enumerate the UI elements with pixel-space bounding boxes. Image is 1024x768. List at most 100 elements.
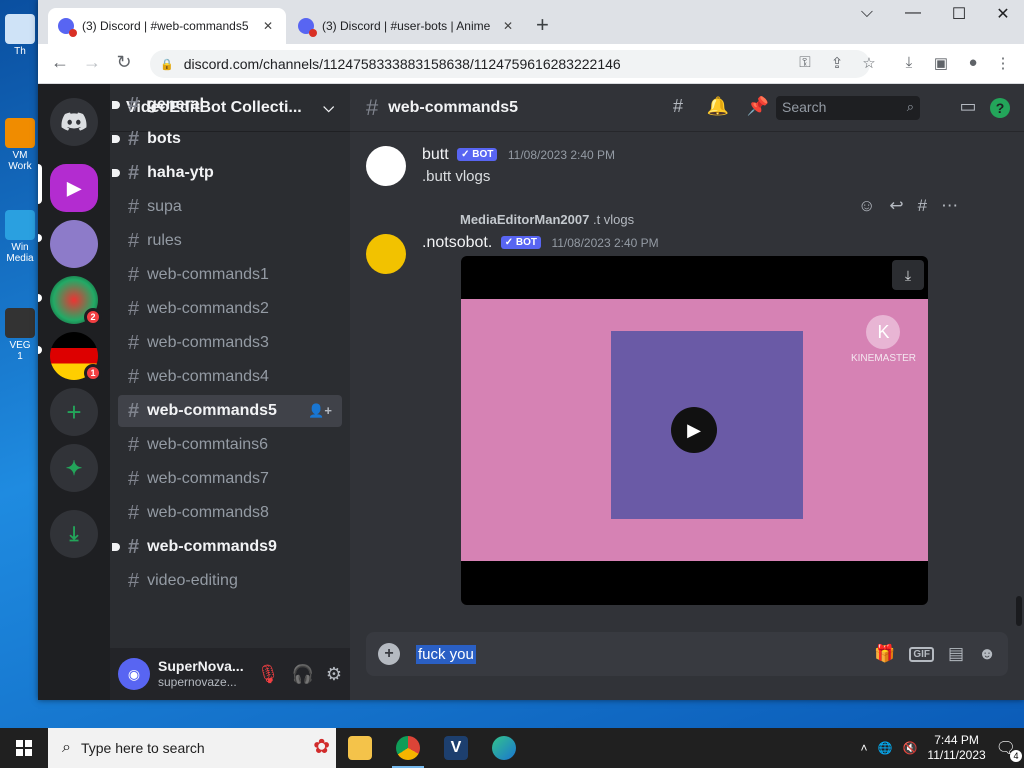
lock-icon[interactable]: 🔒 (160, 58, 174, 71)
bookmark-star-icon[interactable]: ☆ (858, 54, 880, 72)
message-author[interactable]: butt (422, 146, 449, 163)
network-icon[interactable]: 🌐 (878, 741, 893, 755)
sidebar-item-web-commands2[interactable]: # web-commands2 (118, 293, 342, 325)
profile-icon[interactable]: ● (962, 54, 984, 71)
gift-icon[interactable]: 🎁 (874, 644, 895, 664)
discord-home-icon[interactable] (50, 98, 98, 146)
scrollbar[interactable] (1016, 596, 1022, 626)
forward-button[interactable]: → (80, 52, 104, 73)
edge-icon[interactable] (480, 728, 528, 768)
sidebar-item-web-commands8[interactable]: # web-commands8 (118, 497, 342, 529)
taskbar-search-input[interactable]: ⌕ Type here to search ✿ (48, 728, 336, 768)
desktop-icon-2[interactable]: VM Work (2, 118, 38, 172)
minimize-button[interactable]: — (890, 4, 936, 22)
url-text[interactable]: discord.com/channels/1124758333883158638… (184, 56, 621, 72)
explore-compass-icon[interactable]: ✦ (50, 444, 98, 492)
file-explorer-icon[interactable] (336, 728, 384, 768)
server-anime-icon[interactable] (50, 220, 98, 268)
mute-mic-icon[interactable]: 🎙 (257, 664, 280, 685)
composer-input[interactable]: fuck you (416, 644, 476, 664)
sidebar-item-general[interactable]: # general (112, 89, 342, 121)
date: 11/11/2023 (927, 748, 986, 762)
attach-plus-icon[interactable]: + (378, 643, 400, 665)
invite-user-icon[interactable]: 👤+ (308, 403, 332, 419)
user-info[interactable]: SuperNova... supernovaze... (158, 658, 244, 690)
reply-icon[interactable]: ↩ (889, 196, 903, 216)
search-placeholder: Type here to search (80, 740, 205, 756)
poppy-icon: ✿ (313, 736, 330, 758)
avatar[interactable] (366, 234, 406, 274)
inbox-icon[interactable]: ▭ (956, 96, 980, 117)
close-tab-icon[interactable]: ✕ (500, 19, 516, 33)
reload-button[interactable]: ↻ (112, 52, 136, 73)
channel-name: web-commands9 (147, 538, 277, 555)
server-germany-icon[interactable]: 1 (50, 332, 102, 382)
tab-user-bots[interactable]: (3) Discord | #user-bots | Anime ✕ (288, 8, 526, 44)
volume-muted-icon[interactable]: 🔇 (902, 741, 917, 755)
avatar[interactable]: ◉ (118, 658, 150, 690)
download-apps-icon[interactable]: ⤓ (50, 510, 98, 558)
more-icon[interactable]: ⋯ (941, 196, 958, 216)
download-icon[interactable]: ⤓ (898, 54, 920, 71)
download-icon[interactable]: ⤓ (892, 260, 924, 290)
vegas-icon[interactable]: V (432, 728, 480, 768)
desktop-icon-4[interactable]: VEG 1 (2, 308, 38, 362)
notification-count: 4 (1010, 750, 1022, 762)
sidebar-item-supa[interactable]: # supa (118, 191, 342, 223)
clock[interactable]: 7:44 PM 11/11/2023 (927, 733, 985, 763)
maximize-button[interactable]: ☐ (936, 4, 982, 24)
new-tab-button[interactable]: + (536, 12, 549, 38)
avatar[interactable] (366, 146, 406, 186)
server-videoeditbot-icon[interactable]: ▶ (50, 164, 98, 212)
bell-icon[interactable]: 🔔 (706, 96, 730, 117)
start-button[interactable] (0, 728, 48, 768)
sidebar-item-bots[interactable]: # bots (112, 123, 342, 155)
chrome-icon[interactable] (384, 728, 432, 768)
sidebar-item-web-commtains6[interactable]: # web-commtains6 (118, 429, 342, 461)
play-icon[interactable]: ▶ (671, 407, 717, 453)
share-icon[interactable]: ⇪ (826, 54, 848, 72)
notification-icon[interactable]: 🗨 4 (996, 738, 1022, 762)
channel-name: web-commands1 (147, 266, 269, 283)
emoji-icon[interactable]: ☻ (978, 644, 996, 664)
back-button[interactable]: ← (48, 52, 72, 73)
address-bar[interactable]: 🔒 discord.com/channels/11247583338831586… (150, 50, 870, 78)
chevron-up-icon[interactable]: ˄ (860, 741, 867, 755)
sidebar-item-video-editing[interactable]: # video-editing (118, 565, 342, 597)
sidebar-item-rules[interactable]: # rules (118, 225, 342, 257)
sidebar-item-web-commands7[interactable]: # web-commands7 (118, 463, 342, 495)
message-actions: ☺ ↩ # ⋯ (858, 196, 958, 216)
menu-kebab-icon[interactable]: ⋮ (992, 54, 1014, 72)
video-embed[interactable]: K KINEMASTER ▶ ⤓ (461, 256, 928, 605)
desktop-icon-3[interactable]: Win Media (2, 210, 38, 264)
headphones-icon[interactable]: 🎧 (291, 664, 313, 685)
side-panel-icon[interactable]: ▣ (930, 54, 952, 72)
gif-button[interactable]: GIF (909, 646, 935, 662)
desktop-icon-1[interactable]: Th (2, 14, 38, 57)
tab-search-icon[interactable]: ⌵ (844, 4, 890, 22)
create-thread-icon[interactable]: # (918, 196, 927, 216)
server-globe-icon[interactable]: 2 (50, 276, 102, 326)
gear-icon[interactable]: ⚙ (326, 664, 342, 685)
hash-icon: # (128, 229, 140, 252)
tab-web-commands5[interactable]: (3) Discord | #web-commands5 ✕ (48, 8, 286, 44)
reply-preview[interactable]: MediaEditorMan2007 .t vlogs (460, 211, 634, 229)
sidebar-item-web-commands3[interactable]: # web-commands3 (118, 327, 342, 359)
search-input[interactable]: Search ⌕ (776, 96, 920, 120)
add-reaction-icon[interactable]: ☺ (858, 196, 875, 216)
sidebar-item-web-commands1[interactable]: # web-commands1 (118, 259, 342, 291)
sidebar-item-web-commands4[interactable]: # web-commands4 (118, 361, 342, 393)
close-window-button[interactable]: ✕ (980, 4, 1024, 24)
sticker-icon[interactable]: ▤ (948, 644, 964, 664)
message-composer[interactable]: + fuck you 🎁 GIF ▤ ☻ (366, 632, 1008, 676)
pin-icon[interactable]: 📌 (746, 96, 770, 117)
sidebar-item-web-commands9[interactable]: # web-commands9 (112, 531, 342, 563)
help-icon[interactable]: ? (990, 98, 1010, 118)
add-server-icon[interactable]: + (50, 388, 98, 436)
sidebar-item-web-commands5[interactable]: # web-commands5 👤+ (118, 395, 342, 427)
threads-icon[interactable]: # (666, 96, 690, 117)
key-icon[interactable]: ⚿ (794, 54, 816, 71)
close-tab-icon[interactable]: ✕ (260, 19, 276, 33)
sidebar-item-haha-ytp[interactable]: # haha-ytp (112, 157, 342, 189)
message-author[interactable]: .notsobot. (422, 234, 492, 251)
